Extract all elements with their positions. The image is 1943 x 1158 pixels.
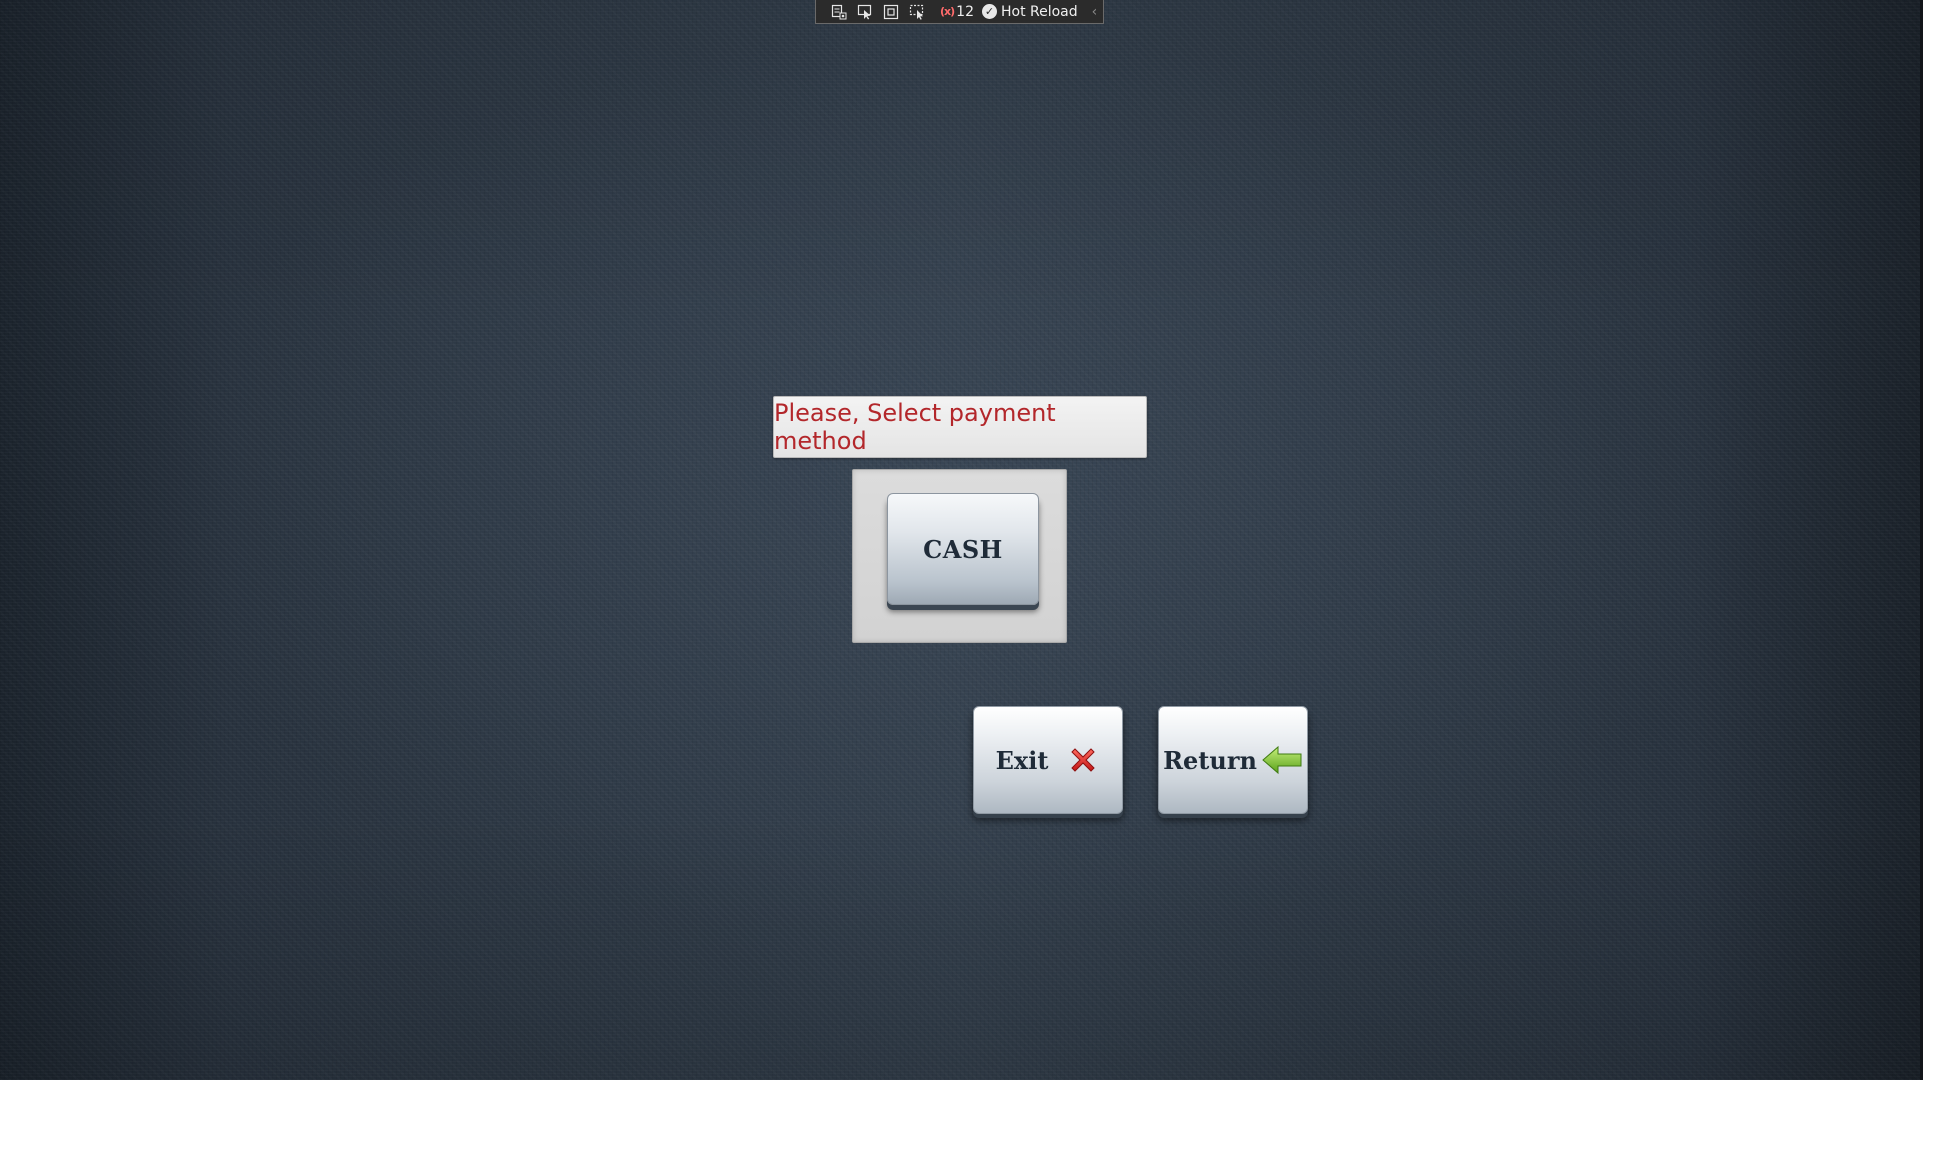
track-focused-element-icon[interactable] xyxy=(908,3,926,21)
exit-button-label: Exit xyxy=(995,745,1049,775)
hot-reload-label: Hot Reload xyxy=(1000,3,1078,20)
payment-methods-panel: CASH xyxy=(852,469,1067,643)
check-circle-icon: ✓ xyxy=(981,4,997,19)
binding-failures-icon: (x) xyxy=(940,5,955,18)
display-layout-adorners-icon[interactable] xyxy=(882,3,900,21)
go-to-live-visual-tree-icon[interactable] xyxy=(830,3,848,21)
binding-failures-count: 12 xyxy=(956,3,974,20)
green-left-arrow-icon xyxy=(1261,743,1303,777)
binding-failures-indicator[interactable]: (x) 12 xyxy=(940,4,974,20)
window-edge xyxy=(1920,0,1923,1080)
return-button-label: Return xyxy=(1163,745,1257,775)
cash-button[interactable]: CASH xyxy=(887,493,1039,605)
debug-toolbar: (x) 12 ✓ Hot Reload ‹ xyxy=(815,0,1104,24)
hot-reload-indicator[interactable]: ✓ Hot Reload xyxy=(981,3,1078,20)
cash-button-label: CASH xyxy=(923,534,1003,564)
payment-prompt-text: Please, Select payment method xyxy=(774,399,1056,455)
exit-button[interactable]: Exit xyxy=(973,706,1123,814)
chevron-left-icon[interactable]: ‹ xyxy=(1092,4,1098,20)
app-window: (x) 12 ✓ Hot Reload ‹ Please, Select pay… xyxy=(0,0,1920,1080)
red-x-icon xyxy=(1066,743,1100,777)
return-button[interactable]: Return xyxy=(1158,706,1308,814)
payment-prompt: Please, Select payment method xyxy=(773,396,1147,458)
select-element-icon[interactable] xyxy=(856,3,874,21)
